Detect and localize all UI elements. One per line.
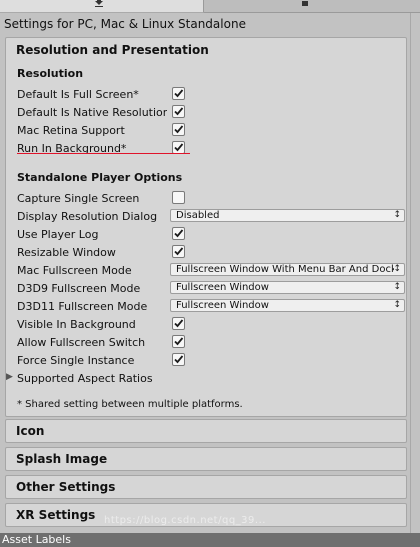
tab-standalone[interactable] [0, 0, 204, 13]
setting-label: Use Player Log [17, 228, 99, 241]
setting-label: Default Is Full Screen* [17, 88, 139, 101]
setting-label: Capture Single Screen [17, 192, 140, 205]
section-title: Other Settings [16, 480, 116, 494]
mac-retina-support-row: Mac Retina Support [17, 123, 402, 139]
checkmark-icon [174, 337, 184, 346]
checkmark-icon [174, 229, 184, 238]
setting-label: Mac Fullscreen Mode [17, 264, 132, 277]
visible-in-background-row: Visible In Background [17, 317, 402, 333]
triangle-right-icon: ▶ [6, 372, 13, 382]
icon-section[interactable]: Icon [5, 419, 407, 443]
setting-label: Visible In Background [17, 318, 136, 331]
updown-arrow-icon: ↕ [393, 264, 401, 274]
setting-label: D3D11 Fullscreen Mode [17, 300, 148, 313]
red-underline-annotation [17, 153, 190, 154]
display-resolution-dialog-dropdown[interactable]: Disabled ↕ [170, 209, 405, 222]
asset-labels-bar[interactable]: Asset Labels [0, 533, 420, 547]
run-in-background-row: Run In Background* [17, 141, 402, 157]
mac-fullscreen-mode-row: Mac Fullscreen Mode Fullscreen Window Wi… [17, 263, 405, 279]
default-is-native-resolution-row: Default Is Native Resolution [17, 105, 402, 121]
setting-label: Mac Retina Support [17, 124, 125, 137]
setting-label: Display Resolution Dialog [17, 210, 158, 223]
checkmark-icon [174, 247, 184, 256]
supported-aspect-ratios-foldout[interactable]: ▶ Supported Aspect Ratios [6, 371, 386, 387]
scrollbar-divider [410, 13, 411, 533]
updown-arrow-icon: ↕ [393, 282, 401, 292]
checkmark-icon [174, 143, 184, 152]
setting-label: Allow Fullscreen Switch [17, 336, 146, 349]
display-resolution-dialog-row: Display Resolution Dialog Disabled ↕ [17, 209, 405, 225]
dropdown-value: Fullscreen Window [176, 282, 269, 293]
default-is-full-screen-checkbox[interactable] [172, 87, 185, 100]
capture-single-screen-checkbox[interactable] [172, 191, 185, 204]
setting-label: Resizable Window [17, 246, 116, 259]
force-single-instance-row: Force Single Instance [17, 353, 402, 369]
checkmark-icon [174, 89, 184, 98]
resizable-window-checkbox[interactable] [172, 245, 185, 258]
dropdown-value: Fullscreen Window With Menu Bar And Dock [176, 264, 394, 275]
setting-label: Force Single Instance [17, 354, 135, 367]
watermark: https://blog.csdn.net/qq_39... [104, 515, 266, 526]
d3d9-fullscreen-mode-dropdown[interactable]: Fullscreen Window ↕ [170, 281, 405, 294]
page-title: Settings for PC, Mac & Linux Standalone [4, 17, 246, 31]
platform-tabs [0, 0, 420, 13]
other-settings-section[interactable]: Other Settings [5, 475, 407, 499]
visible-in-background-checkbox[interactable] [172, 317, 185, 330]
resolution-heading: Resolution [17, 67, 84, 80]
download-icon [94, 0, 104, 10]
updown-arrow-icon: ↕ [393, 210, 401, 220]
shared-setting-note: * Shared setting between multiple platfo… [17, 399, 243, 410]
default-is-full-screen-row: Default Is Full Screen* [17, 87, 402, 103]
android-icon [300, 0, 310, 10]
dropdown-value: Fullscreen Window [176, 300, 269, 311]
d3d11-fullscreen-mode-dropdown[interactable]: Fullscreen Window ↕ [170, 299, 405, 312]
mac-fullscreen-mode-dropdown[interactable]: Fullscreen Window With Menu Bar And Dock… [170, 263, 405, 276]
checkmark-icon [174, 355, 184, 364]
tab-android[interactable] [204, 0, 420, 13]
section-title: Icon [16, 424, 45, 438]
allow-fullscreen-switch-checkbox[interactable] [172, 335, 185, 348]
panel-title[interactable]: Resolution and Presentation [16, 43, 209, 57]
section-title: XR Settings [16, 508, 96, 522]
updown-arrow-icon: ↕ [393, 300, 401, 310]
standalone-player-options-heading: Standalone Player Options [17, 171, 183, 184]
checkmark-icon [174, 107, 184, 116]
splash-image-section[interactable]: Splash Image [5, 447, 407, 471]
mac-retina-support-checkbox[interactable] [172, 123, 185, 136]
use-player-log-checkbox[interactable] [172, 227, 185, 240]
asset-labels-label: Asset Labels [2, 533, 71, 546]
section-title: Splash Image [16, 452, 108, 466]
dropdown-value: Disabled [176, 210, 220, 221]
force-single-instance-checkbox[interactable] [172, 353, 185, 366]
default-is-native-resolution-checkbox[interactable] [172, 105, 185, 118]
setting-label: Default Is Native Resolution [17, 106, 167, 119]
d3d9-fullscreen-mode-row: D3D9 Fullscreen Mode Fullscreen Window ↕ [17, 281, 405, 297]
d3d11-fullscreen-mode-row: D3D11 Fullscreen Mode Fullscreen Window … [17, 299, 405, 315]
setting-label: Supported Aspect Ratios [17, 372, 153, 385]
checkmark-icon [174, 125, 184, 134]
resizable-window-row: Resizable Window [17, 245, 402, 261]
resolution-presentation-panel: Resolution and Presentation Resolution D… [5, 37, 407, 417]
allow-fullscreen-switch-row: Allow Fullscreen Switch [17, 335, 402, 351]
checkmark-icon [174, 319, 184, 328]
setting-label: D3D9 Fullscreen Mode [17, 282, 141, 295]
capture-single-screen-row: Capture Single Screen [17, 191, 402, 207]
use-player-log-row: Use Player Log [17, 227, 402, 243]
